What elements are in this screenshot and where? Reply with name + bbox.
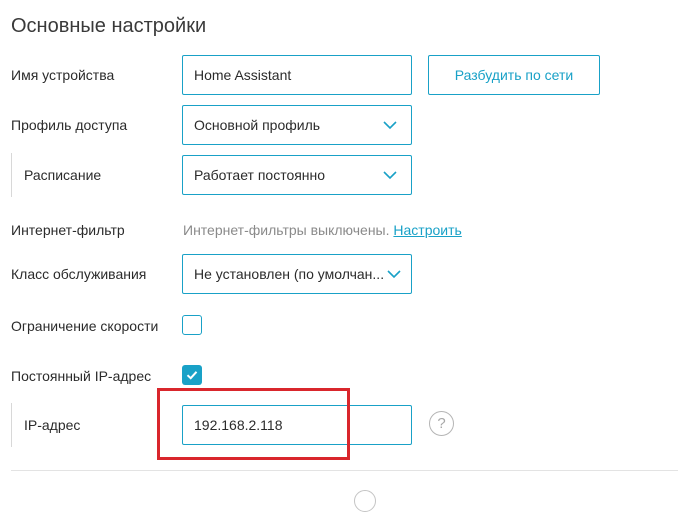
internet-filter-label: Интернет-фильтр [11,222,125,238]
chevron-down-icon [383,121,397,130]
wake-on-lan-label: Разбудить по сети [454,67,574,83]
checkmark-icon [186,371,198,380]
device-name-input[interactable]: Home Assistant [182,55,412,95]
internet-filter-status-row: Интернет-фильтры выключены. Настроить [183,222,462,238]
access-profile-label: Профиль доступа [11,117,128,133]
schedule-value: Работает постоянно [194,167,326,183]
highlight-box [157,388,350,460]
section-title: Основные настройки [11,15,207,37]
internet-filter-status: Интернет-фильтры выключены. [183,222,390,238]
partial-circle-icon [354,490,376,512]
static-ip-checkbox[interactable] [182,365,202,385]
service-class-label: Класс обслуживания [11,266,147,282]
schedule-select[interactable]: Работает постоянно [182,155,412,195]
question-circle-icon[interactable]: ? [429,411,454,436]
speed-limit-checkbox[interactable] [182,315,202,335]
service-class-value: Не установлен (по умолчан... [194,266,385,282]
indent-line [11,403,12,447]
wake-on-lan-button[interactable]: Разбудить по сети [428,55,600,95]
section-divider [11,470,678,471]
help-symbol: ? [437,415,446,432]
speed-limit-label: Ограничение скорости [11,318,159,334]
configure-link[interactable]: Настроить [393,222,461,238]
chevron-down-icon [383,171,397,180]
access-profile-select[interactable]: Основной профиль [182,105,412,145]
device-name-value: Home Assistant [194,67,292,83]
access-profile-value: Основной профиль [194,117,321,133]
chevron-down-icon [387,270,401,279]
service-class-select[interactable]: Не установлен (по умолчан... [182,254,412,294]
static-ip-label: Постоянный IP-адрес [11,368,152,384]
device-name-label: Имя устройства [11,67,115,83]
schedule-label: Расписание [24,167,102,183]
indent-line [11,153,12,197]
ip-address-label: IP-адрес [24,417,81,433]
